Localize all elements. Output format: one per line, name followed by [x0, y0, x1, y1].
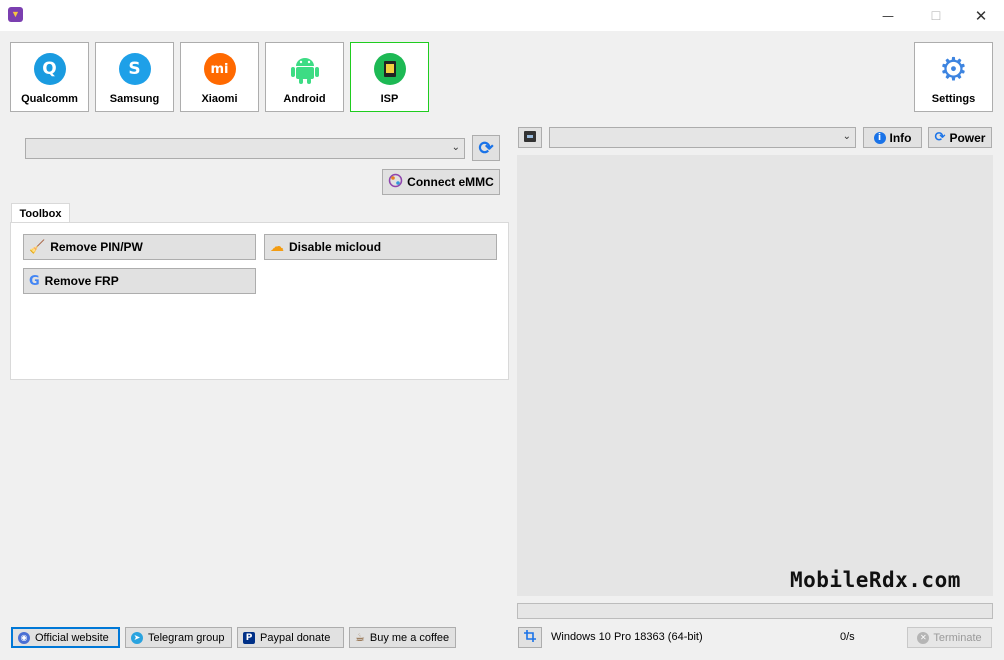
remove-pin-label: Remove PIN/PW	[50, 240, 143, 254]
os-info-text: Windows 10 Pro 18363 (64-bit)	[551, 631, 703, 643]
connect-emmc-button[interactable]: Connect eMMC	[382, 169, 500, 195]
globe-icon: ◉	[18, 631, 30, 644]
minimize-button[interactable]: —	[865, 0, 911, 31]
remove-frp-button[interactable]: G Remove FRP	[23, 268, 256, 294]
telegram-icon: ➤	[131, 631, 143, 644]
connect-emmc-label: Connect eMMC	[407, 175, 494, 189]
refresh-button[interactable]: ⟳	[472, 135, 500, 161]
brand-label: Android	[283, 93, 326, 105]
chevron-down-icon: ⌄	[451, 142, 460, 153]
brand-label: Xiaomi	[201, 93, 238, 105]
chevron-down-icon: ⌄	[842, 131, 851, 142]
xiaomi-icon: mi	[203, 53, 236, 85]
progress-bar	[517, 603, 993, 619]
info-label: Info	[889, 130, 912, 145]
samsung-icon: S	[118, 53, 151, 85]
brand-label: Qualcomm	[21, 93, 78, 105]
telegram-group-button[interactable]: ➤ Telegram group	[125, 627, 232, 648]
app-icon: ▼	[8, 7, 23, 22]
brand-xiaomi-button[interactable]: mi Xiaomi	[180, 42, 259, 112]
official-website-button[interactable]: ◉ Official website	[11, 627, 120, 648]
official-website-label: Official website	[35, 631, 109, 644]
info-button[interactable]: i Info	[863, 127, 922, 148]
emmc-icon	[388, 173, 403, 191]
close-button[interactable]: ✕	[958, 0, 1004, 31]
terminate-button[interactable]: ✕ Terminate	[907, 627, 992, 648]
log-output-area[interactable]	[517, 155, 993, 596]
brand-label: Samsung	[109, 93, 160, 105]
screenshot-button[interactable]	[518, 627, 542, 648]
power-icon: ⟳	[934, 130, 946, 145]
isp-chip-icon	[373, 53, 406, 85]
cloud-icon: ☁	[270, 239, 284, 255]
maximize-button[interactable]: ☐	[913, 0, 959, 31]
watermark-text: MobileRdx.com	[790, 568, 961, 592]
crop-icon	[524, 630, 536, 645]
title-bar: ▼ — ☐ ✕	[0, 0, 1004, 31]
disable-micloud-label: Disable micloud	[289, 240, 382, 254]
device-manager-button[interactable]	[518, 127, 542, 148]
settings-label: Settings	[931, 93, 976, 105]
telegram-group-label: Telegram group	[148, 631, 225, 644]
paypal-icon: P	[243, 631, 255, 644]
cancel-icon: ✕	[917, 631, 930, 644]
qualcomm-icon: Q	[33, 53, 66, 85]
gear-icon: ⚙	[939, 50, 968, 88]
tab-toolbox[interactable]: Toolbox	[11, 203, 70, 223]
remove-pin-button[interactable]: 🧹 Remove PIN/PW	[23, 234, 256, 260]
device-icon	[524, 130, 536, 145]
broom-icon: 🧹	[29, 239, 46, 255]
coffee-icon: ☕	[355, 631, 365, 644]
power-label: Power	[949, 130, 986, 145]
settings-button[interactable]: ⚙ Settings	[914, 42, 993, 112]
device-select[interactable]: ⌄	[549, 127, 856, 148]
port-select[interactable]: ⌄	[25, 138, 465, 159]
paypal-donate-button[interactable]: P Paypal donate	[237, 627, 344, 648]
android-icon	[289, 53, 321, 85]
paypal-donate-label: Paypal donate	[260, 631, 331, 644]
power-button[interactable]: ⟳ Power	[928, 127, 992, 148]
brand-samsung-button[interactable]: S Samsung	[95, 42, 174, 112]
disable-micloud-button[interactable]: ☁ Disable micloud	[264, 234, 497, 260]
buy-coffee-label: Buy me a coffee	[369, 631, 450, 644]
remove-frp-label: Remove FRP	[44, 274, 119, 288]
brand-isp-button[interactable]: ISP	[350, 42, 429, 112]
terminate-label: Terminate	[933, 631, 982, 644]
tab-toolbox-label: Toolbox	[19, 207, 62, 220]
brand-android-button[interactable]: Android	[265, 42, 344, 112]
speed-text: 0/s	[840, 631, 855, 643]
google-icon: G	[29, 273, 40, 289]
buy-coffee-button[interactable]: ☕ Buy me a coffee	[349, 627, 456, 648]
brand-qualcomm-button[interactable]: Q Qualcomm	[10, 42, 89, 112]
info-icon: i	[873, 131, 886, 144]
brand-label: ISP	[380, 93, 399, 105]
refresh-icon: ⟳	[478, 137, 494, 158]
